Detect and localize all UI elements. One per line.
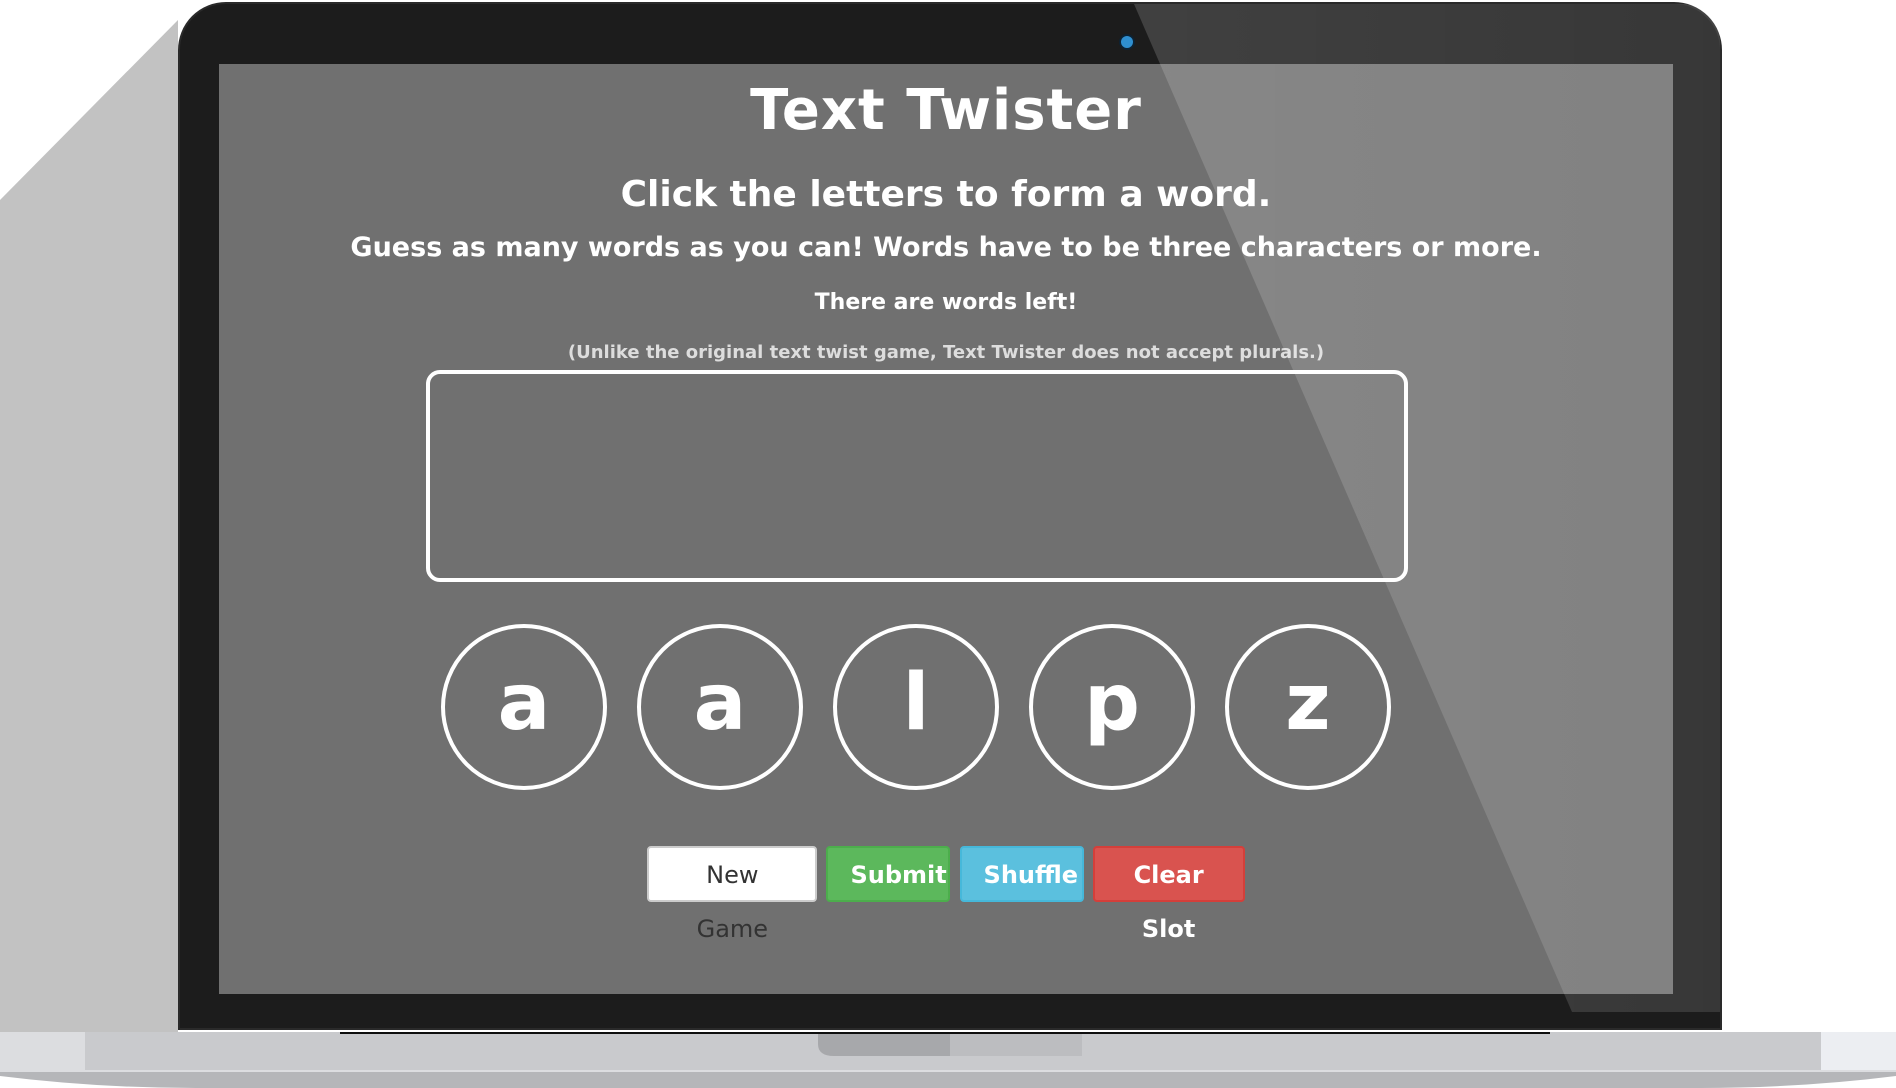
letter-tile-2[interactable]: a [637, 624, 803, 790]
webcam-icon [1121, 36, 1133, 48]
letter-tile-1[interactable]: a [441, 624, 607, 790]
letter-tile-5[interactable]: z [1225, 624, 1391, 790]
submit-button[interactable]: Submit [826, 846, 951, 902]
rules-text: Guess as many words as you can! Words ha… [350, 232, 1542, 263]
laptop-base [0, 1032, 1896, 1088]
new-game-button[interactable]: New Game [647, 846, 818, 943]
words-left-counter: There are words left! [814, 290, 1078, 315]
letter-tile-4[interactable]: p [1029, 624, 1195, 790]
plurals-note: (Unlike the original text twist game, Te… [567, 342, 1325, 363]
game-screen: Text Twister Click the letters to form a… [219, 64, 1673, 994]
game-title: Text Twister [750, 78, 1142, 143]
action-buttons: New Game Submit Shuffle Clear Slot [219, 846, 1673, 943]
letter-tile-3[interactable]: l [833, 624, 999, 790]
answer-slot[interactable] [426, 370, 1408, 582]
shuffle-button[interactable]: Shuffle [959, 846, 1084, 902]
letter-tiles: a a l p z [441, 624, 1401, 790]
clear-slot-button[interactable]: Clear Slot [1092, 846, 1245, 943]
laptop-mockup: Text Twister Click the letters to form a… [0, 0, 1896, 1088]
instruction-heading: Click the letters to form a word. [620, 174, 1272, 215]
